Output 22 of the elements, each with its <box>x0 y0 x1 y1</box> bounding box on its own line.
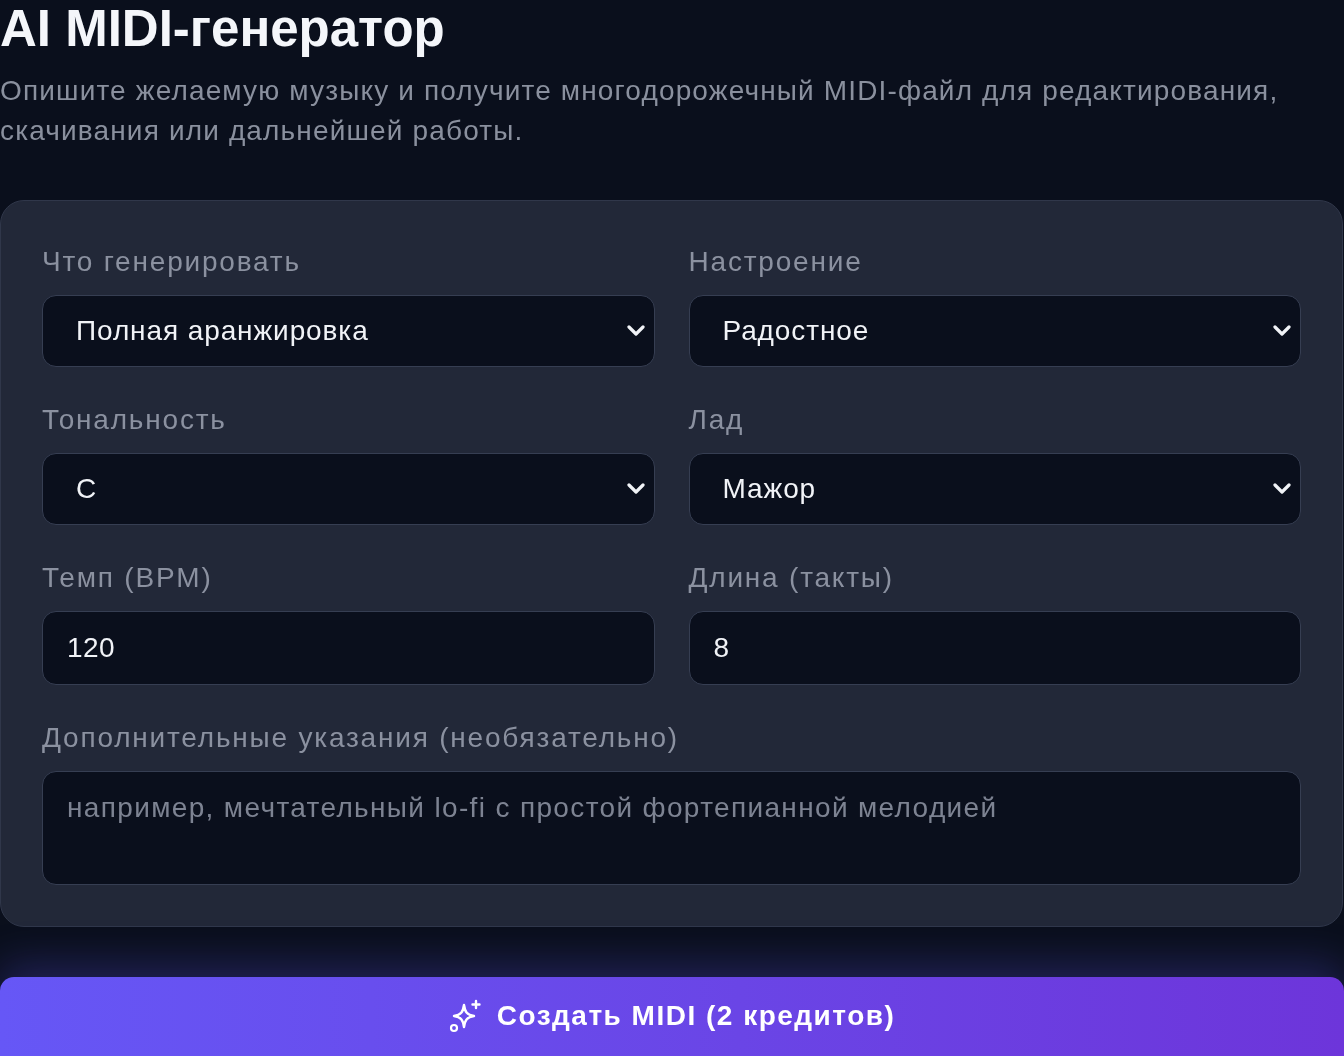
chevron-down-icon <box>1273 483 1291 495</box>
page-description: Опишите желаемую музыку и получите многодорожечный MIDI-файл для редактирования, скачивания или дальнейшей работы. <box>0 74 1280 148</box>
field-label: Тональность <box>42 403 227 437</box>
field-label: Настроение <box>688 245 863 279</box>
chevron-down-icon <box>626 325 645 337</box>
field-label: Дополнительные указания (необязательно) <box>42 721 679 755</box>
select-field[interactable]: C <box>42 453 655 525</box>
sparkle-icon <box>448 999 483 1033</box>
input-field[interactable]: 8 <box>688 611 1301 685</box>
select-field[interactable]: Радостное <box>688 295 1301 367</box>
select-field[interactable]: Мажор <box>688 453 1301 525</box>
input-field[interactable]: 120 <box>42 611 655 685</box>
textarea-field[interactable]: например, мечтательный lo-fi с простой фортепианной мелодией <box>42 771 1301 885</box>
field-label: Длина (такты) <box>688 561 894 595</box>
field-label: Темп (BPM) <box>42 561 213 595</box>
chevron-down-icon <box>1273 325 1291 337</box>
field-label: Что генерировать <box>42 245 301 279</box>
page-title: AI MIDI-генератор <box>0 0 446 58</box>
chevron-down-icon <box>626 483 645 495</box>
generate-button[interactable]: Создать MIDI (2 кредитов) <box>0 977 1344 1056</box>
field-label: Лад <box>688 403 745 437</box>
select-field[interactable]: Полная аранжировка <box>42 295 655 367</box>
